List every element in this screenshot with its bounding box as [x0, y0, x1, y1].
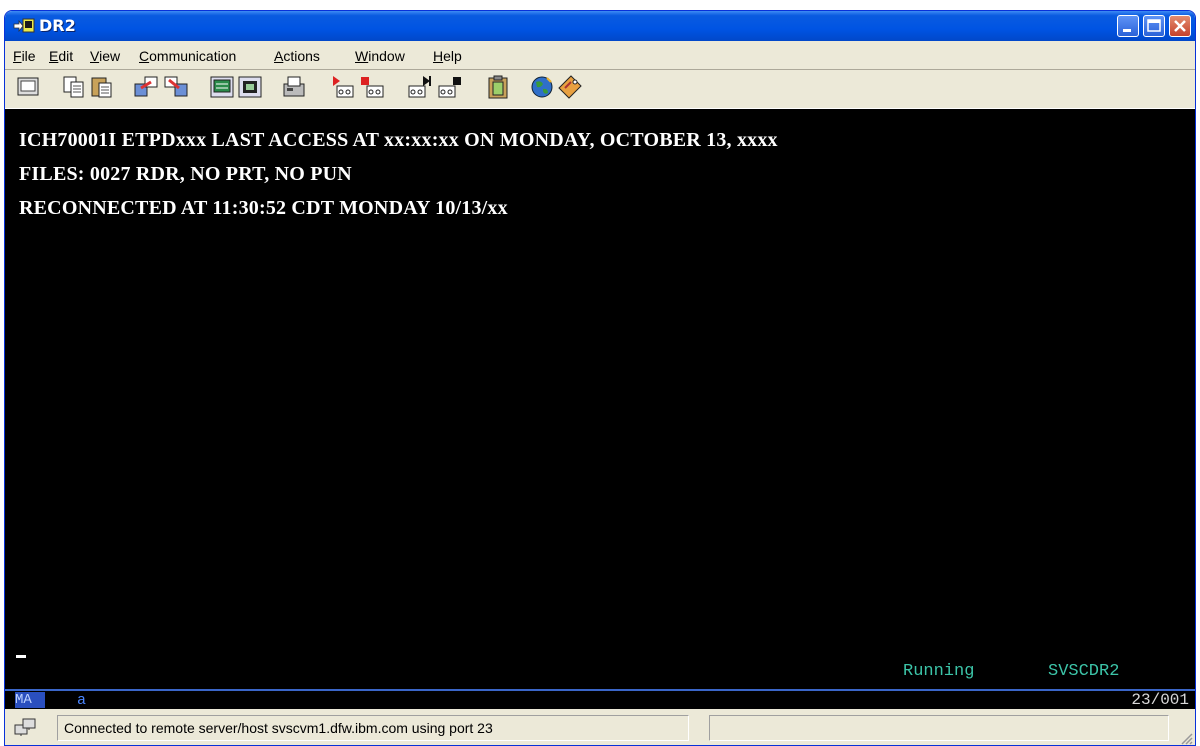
- record-macro-icon[interactable]: [329, 74, 355, 100]
- menu-bar: File Edit View Communication Actions Win…: [5, 41, 1195, 70]
- resize-grip-icon[interactable]: [1179, 731, 1193, 745]
- clipboard-icon[interactable]: [485, 74, 511, 100]
- terminal-line: FILES: 0027 RDR, NO PRT, NO PUN: [19, 163, 352, 185]
- network-connection-icon: [14, 718, 36, 736]
- help-tag-icon[interactable]: [557, 74, 583, 100]
- terminal-line: ICH70001I ETPDxxx LAST ACCESS AT xx:xx:x…: [19, 129, 778, 151]
- status-message-panel: Connected to remote server/host svscvm1.…: [57, 715, 689, 741]
- maximize-icon: [1147, 19, 1161, 32]
- terminal-host-id: SVSCDR2: [1048, 662, 1120, 681]
- menu-actions[interactable]: Actions: [274, 48, 320, 64]
- terminal-line: RECONNECTED AT 11:30:52 CDT MONDAY 10/13…: [19, 197, 508, 219]
- menu-file[interactable]: File: [13, 48, 36, 64]
- terminal-window: DR2 File Edit View Communication Actions…: [4, 10, 1196, 746]
- menu-view[interactable]: View: [90, 48, 120, 64]
- menu-communication-mnemonic: C: [139, 48, 150, 64]
- operator-info-area: MA a 23/001: [5, 689, 1195, 709]
- menu-window-label: indow: [368, 48, 405, 64]
- text-cursor: [16, 655, 26, 658]
- menu-edit[interactable]: Edit: [49, 48, 73, 64]
- window-title: DR2: [39, 16, 76, 35]
- menu-actions-mnemonic: A: [274, 48, 284, 64]
- keyboard-map-icon[interactable]: [209, 74, 235, 100]
- menu-help-mnemonic: H: [433, 48, 444, 64]
- stop-macro-icon[interactable]: [359, 74, 385, 100]
- oia-input-mode: a: [77, 692, 87, 709]
- menu-help-label: elp: [443, 48, 462, 64]
- menu-communication[interactable]: Communication: [139, 48, 236, 64]
- color-map-icon[interactable]: [237, 74, 263, 100]
- status-secondary-panel: [709, 715, 1169, 741]
- terminal-status: Running: [903, 662, 975, 681]
- menu-help[interactable]: Help: [433, 48, 462, 64]
- menu-actions-label: ctions: [283, 48, 320, 64]
- close-button[interactable]: [1169, 15, 1191, 37]
- terminal-app-icon: [13, 18, 35, 33]
- globe-icon[interactable]: [529, 74, 555, 100]
- maximize-button[interactable]: [1143, 15, 1165, 37]
- menu-window[interactable]: Window: [355, 48, 405, 64]
- display-session-icon[interactable]: [15, 74, 41, 100]
- menu-communication-label: ommunication: [149, 48, 237, 64]
- minimize-icon: [1123, 29, 1131, 32]
- menu-file-label: ile: [21, 48, 36, 64]
- status-message: Connected to remote server/host svscvm1.…: [64, 720, 493, 736]
- play-macro-icon[interactable]: [407, 74, 433, 100]
- paste-icon[interactable]: [89, 74, 115, 100]
- send-file-icon[interactable]: [133, 74, 159, 100]
- menu-edit-mnemonic: E: [49, 48, 59, 64]
- oia-indicator: MA: [15, 692, 45, 708]
- menu-view-label: iew: [99, 48, 121, 64]
- receive-file-icon[interactable]: [163, 74, 189, 100]
- title-bar[interactable]: DR2: [5, 11, 1195, 41]
- minimize-button[interactable]: [1117, 15, 1139, 37]
- toolbar: [5, 70, 1195, 109]
- copy-icon[interactable]: [61, 74, 87, 100]
- status-bar: Connected to remote server/host svscvm1.…: [5, 709, 1195, 745]
- close-icon: [1174, 20, 1186, 32]
- print-screen-icon[interactable]: [281, 74, 307, 100]
- menu-file-mnemonic: F: [13, 48, 22, 64]
- macro-stop-play-icon[interactable]: [437, 74, 463, 100]
- oia-cursor-position: 23/001: [1131, 691, 1189, 709]
- menu-window-mnemonic: W: [355, 48, 369, 64]
- menu-edit-label: dit: [58, 48, 74, 64]
- terminal-screen[interactable]: ICH70001I ETPDxxx LAST ACCESS AT xx:xx:x…: [5, 109, 1195, 689]
- menu-view-mnemonic: V: [90, 48, 100, 64]
